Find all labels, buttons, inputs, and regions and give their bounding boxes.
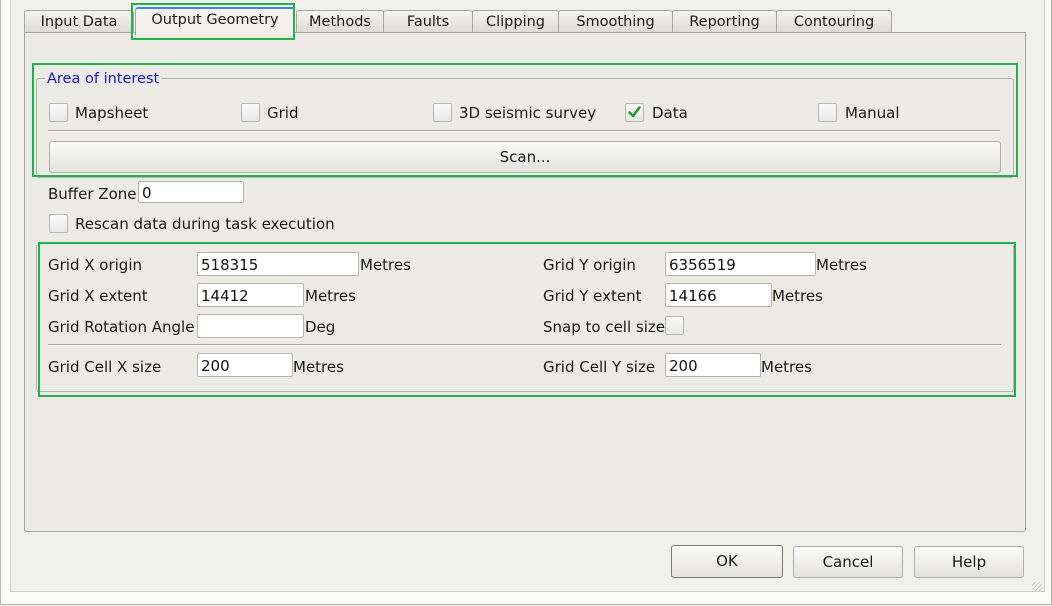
scan-button[interactable]: Scan... (49, 141, 1001, 173)
grid-y-origin-unit: Metres (816, 256, 867, 274)
grid-rotation-input[interactable] (197, 314, 304, 338)
grid-label: Grid (267, 104, 299, 122)
mapsheet-label: Mapsheet (75, 104, 149, 122)
grid-y-extent-input[interactable]: 14166 (665, 283, 772, 307)
3d-seismic-survey-checkbox[interactable] (433, 103, 452, 122)
tab-input-data[interactable]: Input Data (24, 10, 134, 32)
grid-cell-x-label: Grid Cell X size (48, 358, 162, 376)
grid-x-origin-unit: Metres (360, 256, 411, 274)
tab-faults[interactable]: Faults (383, 10, 473, 32)
tab-reporting[interactable]: Reporting (672, 10, 777, 32)
snap-to-cell-size-label: Snap to cell size (543, 318, 665, 336)
grid-rotation-label: Grid Rotation Angle (48, 318, 195, 336)
buffer-zone-label: Buffer Zone (48, 185, 137, 203)
data-label: Data (652, 104, 688, 122)
manual-label: Manual (845, 104, 900, 122)
grid-x-extent-unit: Metres (305, 287, 356, 305)
rescan-checkbox[interactable] (49, 214, 68, 233)
grid-x-origin-label: Grid X origin (48, 256, 142, 274)
tab-contouring[interactable]: Contouring (776, 10, 892, 32)
data-checkbox[interactable] (625, 103, 644, 122)
tab-smoothing[interactable]: Smoothing (558, 10, 673, 32)
checkmark-icon (628, 106, 641, 118)
grid-checkbox[interactable] (241, 103, 260, 122)
grid-y-origin-label: Grid Y origin (543, 256, 636, 274)
grid-cell-x-input[interactable]: 200 (197, 353, 293, 377)
rescan-label: Rescan data during task execution (75, 215, 335, 233)
grid-cell-y-unit: Metres (761, 358, 812, 376)
resize-grip-icon[interactable] (1032, 582, 1042, 592)
grid-x-origin-input[interactable]: 518315 (197, 252, 359, 276)
grid-x-extent-input[interactable]: 14412 (197, 283, 304, 307)
ok-button[interactable]: OK (671, 545, 783, 578)
separator (48, 130, 1000, 132)
grid-cell-y-label: Grid Cell Y size (543, 358, 656, 376)
tab-clipping[interactable]: Clipping (472, 10, 559, 32)
buffer-zone-input[interactable]: 0 (138, 181, 244, 203)
grid-cell-y-input[interactable]: 200 (665, 353, 761, 377)
help-button[interactable]: Help (914, 546, 1024, 578)
tab-methods[interactable]: Methods (296, 10, 384, 32)
grid-cell-x-unit: Metres (293, 358, 344, 376)
mapsheet-checkbox[interactable] (49, 103, 68, 122)
snap-to-cell-size-checkbox[interactable] (665, 316, 684, 335)
grid-y-extent-unit: Metres (772, 287, 823, 305)
manual-checkbox[interactable] (818, 103, 837, 122)
grid-y-extent-label: Grid Y extent (543, 287, 642, 305)
3d-seismic-survey-label: 3D seismic survey (459, 104, 597, 122)
cancel-button[interactable]: Cancel (793, 546, 903, 578)
area-of-interest-title: Area of interest (45, 71, 162, 87)
grid-rotation-unit: Deg (305, 318, 336, 336)
separator (48, 344, 1001, 346)
grid-y-origin-input[interactable]: 6356519 (665, 252, 816, 276)
tab-output-geometry[interactable]: Output Geometry (135, 7, 295, 35)
grid-x-extent-label: Grid X extent (48, 287, 148, 305)
